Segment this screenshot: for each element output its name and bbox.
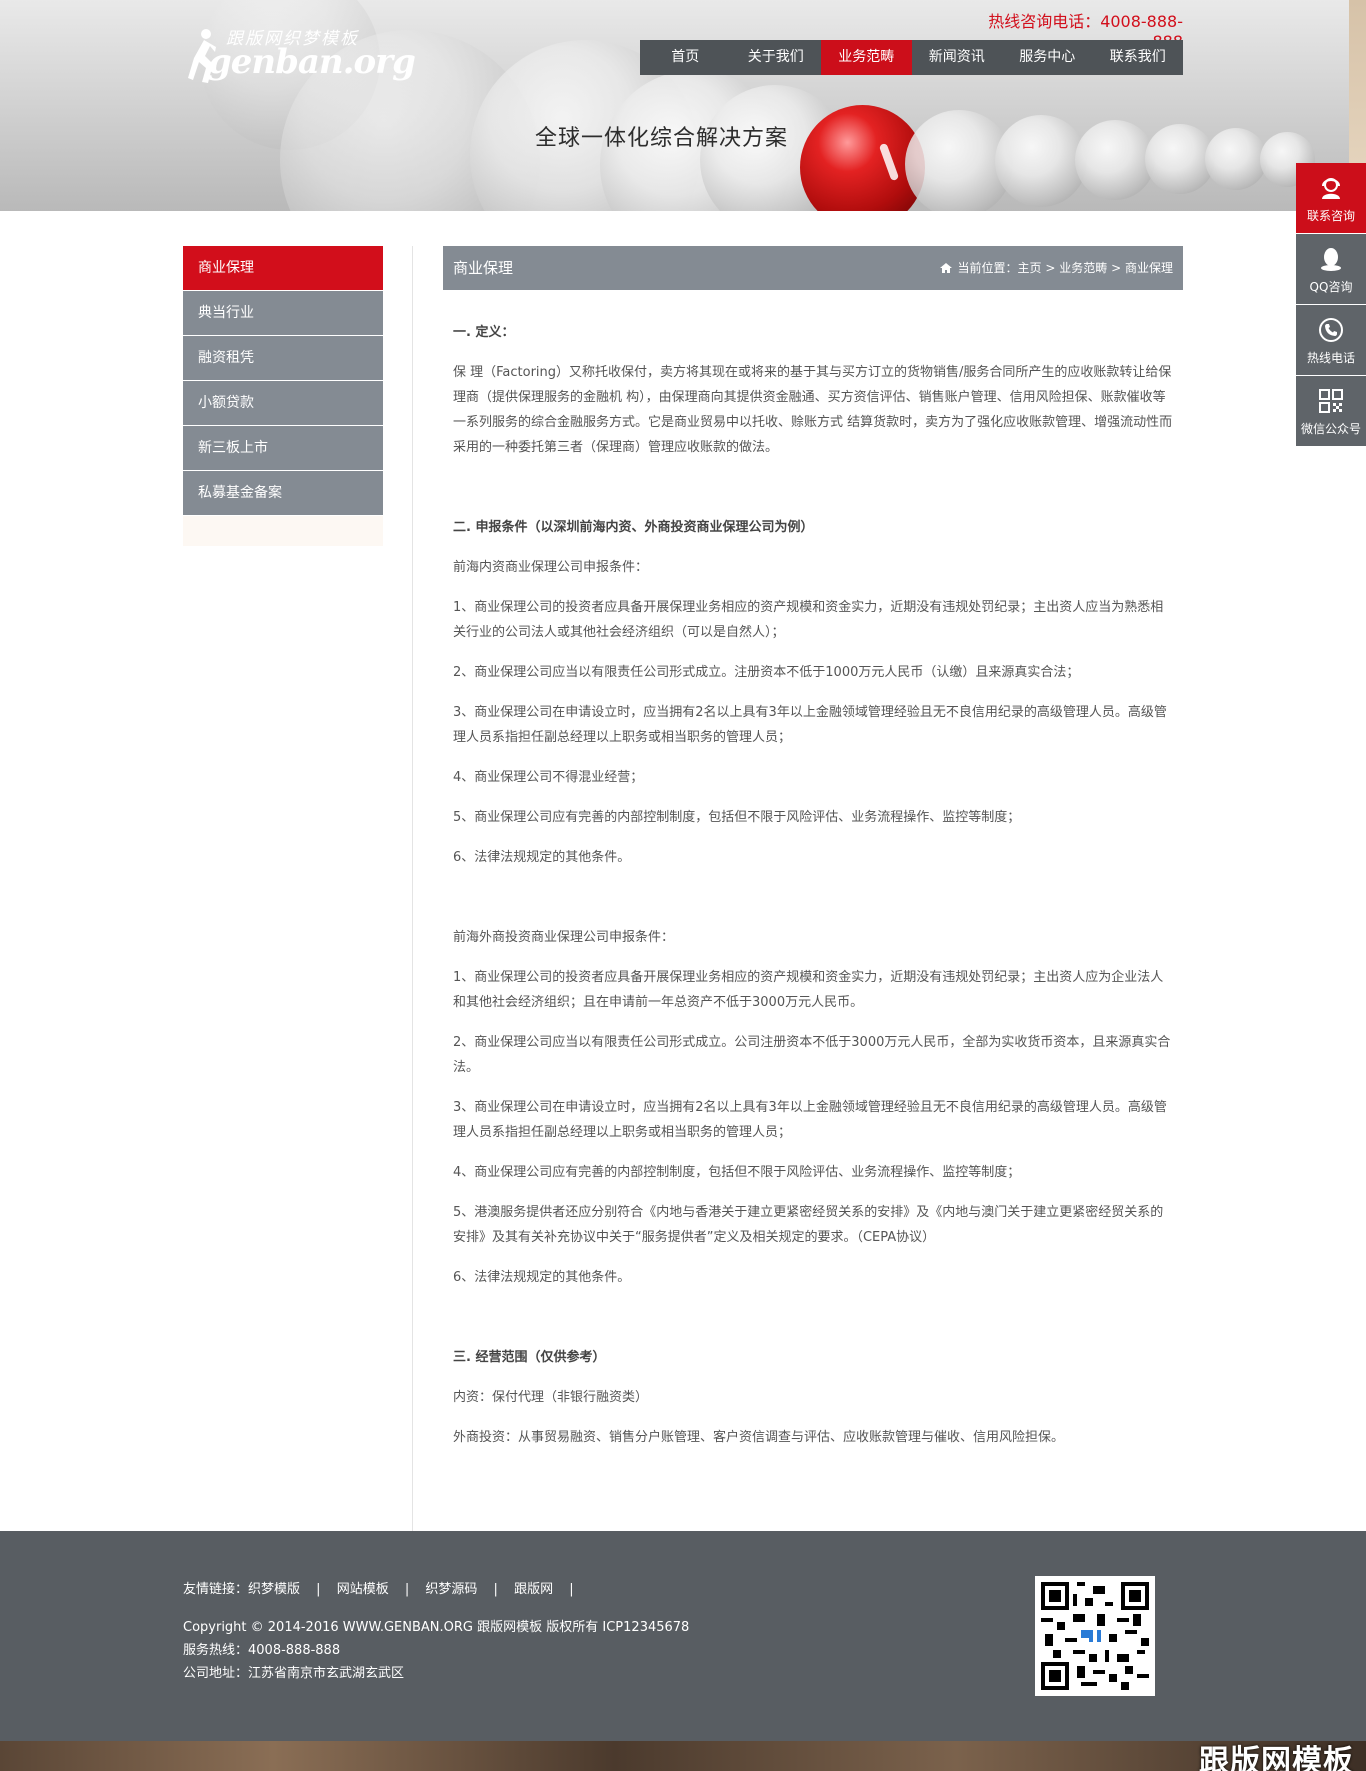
foreign-item: 5、港澳服务提供者还应分别符合《内地与香港关于建立更紧密经贸关系的安排》及《内地… [453,1205,1164,1245]
breadcrumb-prefix: 当前位置： [957,261,1018,275]
float-wechat[interactable]: 微信公众号 [1296,376,1366,446]
sidebar-item-factoring[interactable]: 商业保理 [183,246,383,290]
breadcrumb-section[interactable]: 业务范畴 [1059,261,1107,275]
nav-about[interactable]: 关于我们 [731,40,822,75]
content-title: 商业保理 [453,259,514,277]
domestic-item: 5、商业保理公司应有完善的内部控制制度，包括但不限于风险评估、业务流程操作、监控… [453,810,1021,825]
qq-icon [1321,248,1341,271]
banner-ball [1205,128,1267,190]
link-separator: | [404,1582,410,1597]
foreign-item: 4、商业保理公司应有完善的内部控制制度，包括但不限于风险评估、业务流程操作、监控… [453,1165,1021,1180]
float-contact-bar: 联系咨询 QQ咨询 热线电话 微信公众号 [1296,163,1366,447]
definition-text: 保 理（Factoring）又称托收保付，卖方将其现在或将来的基于其与买方订立的… [453,365,1173,455]
nav-business[interactable]: 业务范畴 [821,40,912,75]
friend-links: 友情链接：织梦模版 | 网站模板 | 织梦源码 | 跟版网 | [183,1578,586,1597]
qrcode-icon [1319,389,1343,413]
sidebar-footer [183,516,383,546]
scope-heading: 三. 经营范围（仅供参考） [453,1350,606,1365]
scope-foreign: 外商投资：从事贸易融资、销售分户账管理、客户资信调查与评估、应收账款管理与催收、… [453,1430,1065,1445]
foreign-item: 1、商业保理公司的投资者应具备开展保理业务相应的资产规模和资金实力，近期没有违规… [453,970,1164,1010]
foreign-item: 6、法律法规规定的其他条件。 [453,1270,631,1285]
service-hotline: 服务热线：4008-888-888 [183,1643,341,1658]
company-address: 公司地址：江苏省南京市玄武湖玄武区 [183,1666,405,1681]
friend-link[interactable]: 织梦模版 [248,1582,300,1597]
banner-ball [995,115,1087,207]
sidebar-item-pawn[interactable]: 典当行业 [183,291,383,335]
site-logo[interactable]: 跟版网织梦模板 genban.org [186,22,416,84]
breadcrumb-sep: > [1045,261,1056,275]
breadcrumb: 当前位置：主页 > 业务范畴 > 商业保理 [939,246,1173,290]
breadcrumb-sep: > [1111,261,1122,275]
link-separator: | [493,1582,498,1597]
friend-link[interactable]: 织梦源码 [425,1582,477,1597]
nav-home[interactable]: 首页 [640,40,731,75]
breadcrumb-home[interactable]: 主页 [1018,261,1042,275]
headset-icon [1322,178,1340,199]
float-qq[interactable]: QQ咨询 [1296,234,1366,304]
domestic-item: 2、商业保理公司应当以有限责任公司形式成立。注册资本不低于1000万元人民币（认… [453,665,1080,680]
link-separator: | [569,1582,574,1597]
banner-ball [1075,120,1155,200]
foreign-title: 前海外商投资商业保理公司申报条件： [453,930,675,945]
float-phone-label: 热线电话 [1306,351,1355,365]
wechat-qrcode [1035,1576,1155,1696]
content-header: 商业保理 当前位置：主页 > 业务范畴 > 商业保理 [443,246,1183,290]
foreign-item: 3、商业保理公司在申请设立时，应当拥有2名以上具有3年以上金融领域管理经验且无不… [453,1100,1167,1140]
sidebar-item-neeq[interactable]: 新三板上市 [183,426,383,470]
float-consult-label: 联系咨询 [1306,209,1355,223]
watermark-text: 跟版网模板 [1199,1744,1354,1771]
friend-link[interactable]: 网站模板 [337,1582,389,1597]
nav-service[interactable]: 服务中心 [1002,40,1093,75]
conditions-heading: 二. 申报条件（以深圳前海内资、外商投资商业保理公司为例） [453,520,814,535]
sidebar-item-leasing[interactable]: 融资租凭 [183,336,383,380]
friend-links-label: 友情链接： [183,1582,249,1597]
float-wechat-label: 微信公众号 [1300,422,1361,436]
breadcrumb-current[interactable]: 商业保理 [1125,261,1173,275]
phone-icon [1319,318,1343,342]
float-phone[interactable]: 热线电话 [1296,305,1366,375]
logo-wordmark: genban.org [208,42,416,82]
domestic-title: 前海内资商业保理公司申报条件： [453,560,649,575]
banner-slogan: 全球一体化综合解决方案 [535,126,789,151]
scope-domestic: 内资：保付代理（非银行融资类） [453,1390,649,1405]
float-qq-label: QQ咨询 [1309,280,1353,294]
domestic-item: 6、法律法规规定的其他条件。 [453,850,631,865]
link-separator: | [316,1582,321,1597]
domestic-item: 4、商业保理公司不得混业经营； [453,770,644,785]
qrcode-icon [1041,1582,1149,1690]
site-footer: 友情链接：织梦模版 | 网站模板 | 织梦源码 | 跟版网 | Copyrigh… [0,1531,1366,1741]
definition-heading: 一. 定义： [453,325,515,340]
home-icon [939,263,952,273]
left-sidebar: 商业保理 典当行业 融资租凭 小额贷款 新三板上市 私募基金备案 [183,246,383,546]
main-nav: 首页 关于我们 业务范畴 新闻资讯 服务中心 联系我们 [640,40,1183,75]
nav-news[interactable]: 新闻资讯 [912,40,1003,75]
friend-link[interactable]: 跟版网 [514,1582,553,1597]
sidebar-item-microloan[interactable]: 小额贷款 [183,381,383,425]
copyright-text: Copyright © 2014-2016 WWW.GENBAN.ORG 跟版网… [183,1620,690,1635]
article-body: 一. 定义： 保 理（Factoring）又称托收保付，卖方将其现在或将来的基于… [453,320,1173,1450]
domestic-item: 3、商业保理公司在申请设立时，应当拥有2名以上具有3年以上金融领域管理经验且无不… [453,705,1167,745]
bottom-decoration [0,1741,1366,1771]
nav-contact[interactable]: 联系我们 [1093,40,1184,75]
sidebar-item-private-fund[interactable]: 私募基金备案 [183,471,383,515]
footer-info: Copyright © 2014-2016 WWW.GENBAN.ORG 跟版网… [183,1616,689,1685]
column-divider [412,246,413,1531]
domestic-item: 1、商业保理公司的投资者应具备开展保理业务相应的资产规模和资金实力，近期没有违规… [453,600,1164,640]
float-consult[interactable]: 联系咨询 [1296,163,1366,233]
foreign-item: 2、商业保理公司应当以有限责任公司形式成立。公司注册资本不低于3000万元人民币… [453,1035,1171,1075]
